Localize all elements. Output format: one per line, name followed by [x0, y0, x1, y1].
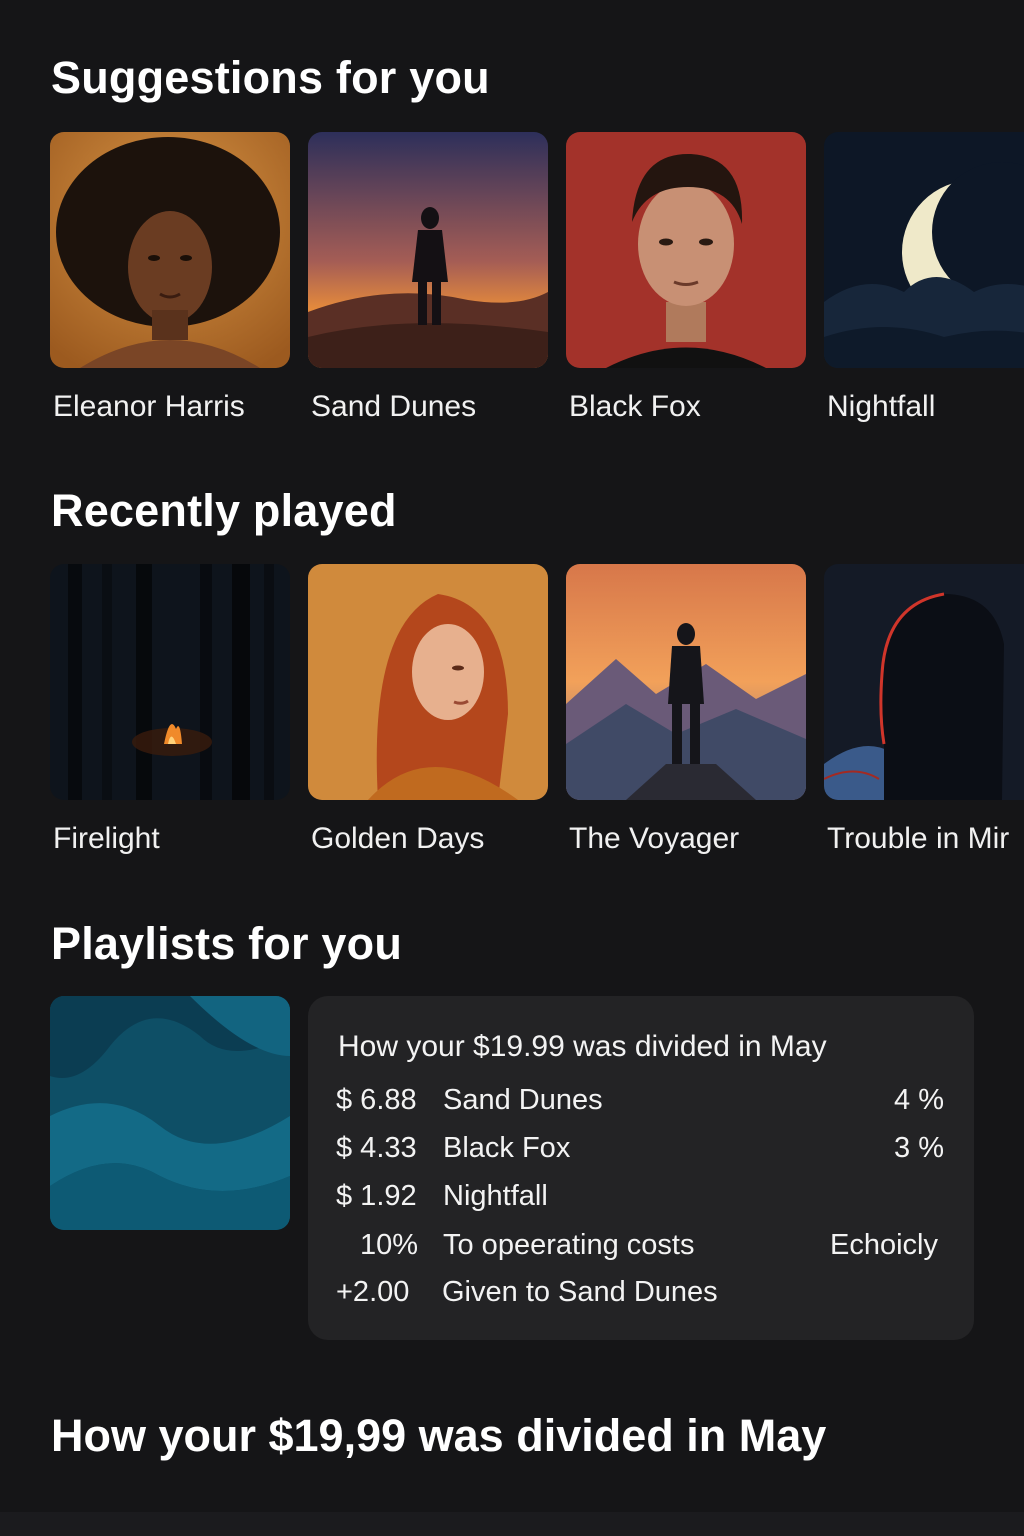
red-silhouette-profile-art [824, 564, 1024, 800]
recent-card-golden-days[interactable]: Golden Days [308, 564, 548, 855]
suggestion-card-black-fox[interactable]: Black Fox [566, 132, 806, 423]
recent-label: Trouble in Mir [827, 822, 1010, 855]
breakdown-percent: Echoicly [830, 1229, 938, 1261]
breakdown-percent: 3 % [894, 1132, 944, 1164]
forest-campfire-art [50, 564, 290, 800]
recent-card-the-voyager[interactable]: The Voyager [566, 564, 806, 855]
dunes-silhouette-art [308, 132, 548, 368]
breakdown-amount: +2.00 [336, 1276, 410, 1308]
portrait-woman-afro-art [50, 132, 290, 368]
section-title-recently-played: Recently played [51, 485, 397, 536]
recent-card-trouble-in-mir[interactable]: Trouble in Mir [824, 564, 1024, 855]
breakdown-amount: $ 4.33 [336, 1132, 417, 1164]
breakdown-row: $ 4.33 Black Fox 3 % [308, 1132, 974, 1168]
section-title-suggestions: Suggestions for you [51, 52, 490, 103]
suggestion-card-nightfall[interactable]: Nightfall [824, 132, 1024, 423]
bottom-nav-edge [0, 1512, 1024, 1536]
breakdown-percent: 4 % [894, 1084, 944, 1116]
suggestion-label: Sand Dunes [311, 390, 477, 423]
breakdown-row: +2.00 Given to Sand Dunes [308, 1276, 974, 1312]
breakdown-row: $ 6.88 Sand Dunes 4 % [308, 1084, 974, 1120]
payout-breakdown-card[interactable]: How your $19.99 was divided in May $ 6.8… [308, 996, 974, 1340]
breakdown-artist: Black Fox [443, 1132, 571, 1164]
section-title-playlists: Playlists for you [51, 918, 403, 969]
breakdown-title: How your $19.99 was divided in May [338, 1030, 827, 1063]
portrait-man-red-art [566, 132, 806, 368]
breakdown-amount: $ 6.88 [336, 1084, 417, 1116]
recent-card-firelight[interactable]: Firelight [50, 564, 290, 855]
suggestion-label: Eleanor Harris [53, 390, 245, 423]
recent-label: Firelight [53, 822, 160, 855]
breakdown-amount: $ 1.92 [336, 1180, 417, 1212]
breakdown-artist: Sand Dunes [443, 1084, 603, 1116]
recent-label: The Voyager [569, 822, 740, 855]
music-home-screen: Suggestions for you Eleanor Harris Sand … [0, 0, 1024, 1536]
suggestion-card-sand-dunes[interactable]: Sand Dunes [308, 132, 548, 423]
breakdown-row: 10% To opeerating costs Echoicly [308, 1229, 974, 1265]
recently-played-row[interactable]: Firelight Golden Days The Voyager Troubl… [50, 564, 1024, 874]
breakdown-artist: Nightfall [443, 1180, 548, 1212]
playlist-cover-waves-art[interactable] [50, 996, 290, 1230]
suggestion-label: Nightfall [827, 390, 936, 423]
breakdown-row: $ 1.92 Nightfall [308, 1180, 974, 1216]
footer-title: How your $19,99 was divided in May [51, 1410, 827, 1461]
crescent-moon-art [824, 132, 1024, 368]
suggestion-card-eleanor-harris[interactable]: Eleanor Harris [50, 132, 290, 423]
breakdown-artist: Given to Sand Dunes [442, 1276, 718, 1308]
suggestions-row[interactable]: Eleanor Harris Sand Dunes Black Fox Nigh… [50, 132, 1024, 442]
recent-label: Golden Days [311, 822, 485, 855]
suggestion-label: Black Fox [569, 390, 701, 423]
breakdown-amount: 10% [359, 1229, 418, 1261]
breakdown-artist: To opeerating costs [443, 1229, 695, 1261]
mountain-wanderer-art [566, 564, 806, 800]
portrait-redhead-art [308, 564, 548, 800]
